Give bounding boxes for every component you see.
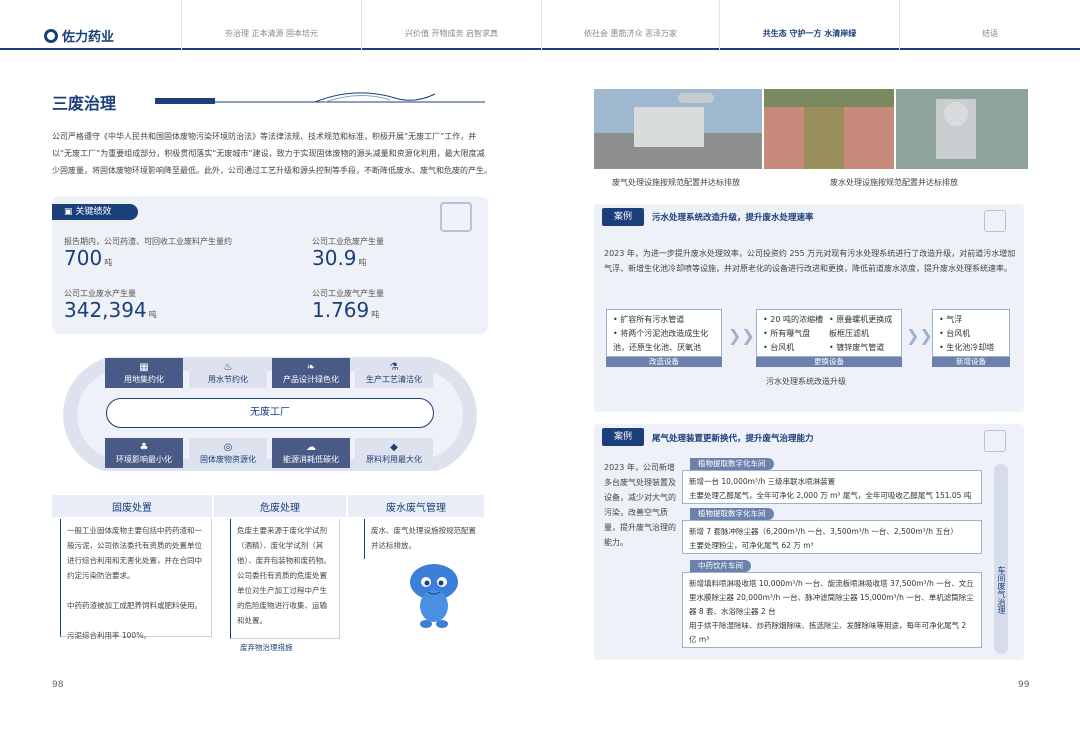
unit-tag-extraction-1: 植物提取数字化车间 bbox=[690, 458, 774, 470]
case2-tag: 案例 bbox=[602, 428, 644, 446]
col-head-water-air: 废水废气管理 bbox=[348, 495, 484, 517]
document-icon bbox=[440, 202, 472, 232]
photo-equipment bbox=[896, 89, 1028, 169]
case1-text: 2023 年，为进一步提升废水处理效率，公司投资约 255 万元对现有污水处理系… bbox=[604, 249, 1016, 273]
case2-title: 尾气处理装置更新换代，提升废气治理能力 bbox=[652, 434, 814, 444]
tile-solid: ◎ 固体废物资源化 bbox=[189, 438, 267, 468]
step-label-add: 新增设备 bbox=[932, 357, 1010, 367]
unit-tag-decoction: 中药饮片车间 bbox=[690, 560, 751, 572]
logo-icon bbox=[44, 29, 58, 43]
col-head-solid: 固废处置 bbox=[52, 495, 212, 517]
intro-paragraph: 公司严格遵守《中华人民共和国固体废物污染环境防治法》等法律法规、技术规范和标准，… bbox=[52, 132, 492, 175]
step-add: • 气浮 • 台风机 • 生化池冷却塔 bbox=[932, 309, 1010, 357]
page-number-left: 98 bbox=[52, 680, 64, 690]
kpi-value-wastewater: 342,394 吨 bbox=[64, 298, 157, 322]
step-item: • 镀锌废气管道 bbox=[829, 343, 885, 352]
tile-energy: ☁ 能源消耗低碳化 bbox=[272, 438, 350, 468]
case1-tag: 案例 bbox=[602, 208, 644, 226]
step-item: • 将两个污泥池改造成生化池，还原生化池、厌氧池 bbox=[613, 329, 709, 352]
unit-body-decoction: 新增填料喷淋吸收塔 10,000m³/h 一台、旋流板喷淋吸收塔 37,500m… bbox=[682, 572, 982, 648]
page-title: 三废治理 bbox=[52, 94, 117, 113]
unit-tag-extraction-2: 植物提取数字化车间 bbox=[690, 508, 774, 520]
tile-design: ❧ 产品设计绿色化 bbox=[272, 358, 350, 388]
nav-conclusion[interactable]: 结语 bbox=[899, 0, 1080, 50]
top-bar: 佐力药业 夯治理 正本清源 固本培元 兴价值 开物成务 启智求真 依社会 惠筋济… bbox=[0, 0, 1080, 50]
col-body-hazardous: 危废主要来源于废化学试剂（酒精）、废化学试剂（其他）、废弃包装物和废药物。公司委… bbox=[230, 519, 340, 639]
case1-title: 污水处理系统改造升级，提升废水处理速率 bbox=[652, 213, 814, 223]
step-item: • 生化池冷却塔 bbox=[939, 343, 995, 352]
tile-env: ♣ 环境影响最小化 bbox=[105, 438, 183, 468]
step-item: • 20 吨的浓缩槽 bbox=[763, 315, 823, 324]
step-replace: • 20 吨的浓缩槽 • 原叠螺机更换成 • 所有曝气盘 板框压滤机 • 台风机… bbox=[756, 309, 902, 357]
photo-exhaust-facility bbox=[594, 89, 762, 169]
footer-label: 废弃物治理措施 bbox=[240, 643, 293, 652]
step-retrofit: • 扩容所有污水管道 • 将两个污泥池改造成生化池，还原生化池、厌氧池 bbox=[606, 309, 722, 357]
photo-caption-exhaust: 废气处理设施按规范配置并达标排放 bbox=[612, 178, 740, 187]
tile-clean: ⚗ 生产工艺清洁化 bbox=[355, 358, 433, 388]
case2-text: 2023 年，公司新增多台废气处理装置及设备，减少对大气的污染，改善空气质量，提… bbox=[604, 463, 676, 547]
step-item: • 台风机 bbox=[939, 329, 971, 338]
step-item: • 所有曝气盘 bbox=[763, 329, 811, 338]
col-body-water-air: 废水、废气处理设施按规范配置并达标排放。 bbox=[364, 519, 482, 559]
unit-body-extraction-2: 新增 7 套脉冲除尘器（6,200m³/h 一台、3,500m³/h 一台、2,… bbox=[682, 520, 982, 554]
tile-land: ▦ 用地集约化 bbox=[105, 358, 183, 388]
tile-material: ◆ 原料利用最大化 bbox=[355, 438, 433, 468]
step-item: 板框压滤机 bbox=[829, 329, 869, 338]
nav-society[interactable]: 依社会 惠筋济众 恶泽万家 bbox=[541, 0, 719, 50]
step-item: • 气浮 bbox=[939, 315, 963, 324]
step-item: • 原叠螺机更换成 bbox=[829, 315, 893, 324]
zero-waste-label: 无废工厂 bbox=[106, 398, 434, 428]
kpi-tag: ▣ 关键绩效 bbox=[52, 204, 138, 220]
photo-caption-wastewater: 废水处理设施按规范配置并达标排放 bbox=[830, 178, 958, 187]
logo[interactable]: 佐力药业 bbox=[44, 26, 114, 45]
kpi-value-hazardous: 30.9 吨 bbox=[312, 246, 367, 270]
step-item: • 扩容所有污水管道 bbox=[613, 315, 685, 324]
chevron-right-icon: ❯❯ bbox=[728, 326, 755, 345]
case1-caption: 污水处理系统改造升级 bbox=[766, 377, 846, 386]
step-label-retrofit: 改造设备 bbox=[606, 357, 722, 367]
note-icon bbox=[984, 430, 1006, 452]
tile-water: ♨ 用水节约化 bbox=[189, 358, 267, 388]
nav-ecology[interactable]: 共生态 守护一方 水清岸绿 bbox=[719, 0, 899, 50]
page-number-right: 99 bbox=[1018, 680, 1030, 690]
photo-wastewater-facility bbox=[764, 89, 894, 169]
nav-value[interactable]: 兴价值 开物成务 启智求真 bbox=[361, 0, 541, 50]
unit-body-extraction-1: 新增一台 10,000m³/h 三级串联水喷淋装置 主要处理乙醇尾气，全年可净化… bbox=[682, 470, 982, 504]
col-body-solid: 一般工业固体废物主要包括中药药渣和一般污泥，公司依法委托有资质的处置单位进行综合… bbox=[60, 519, 212, 640]
col-head-hazardous: 危废处理 bbox=[214, 495, 346, 517]
chevron-right-icon: ❯❯ bbox=[906, 326, 933, 345]
kpi-value-exhaust: 1.769 吨 bbox=[312, 298, 380, 322]
note-icon bbox=[984, 210, 1006, 232]
nav-governance[interactable]: 夯治理 正本清源 固本培元 bbox=[181, 0, 361, 50]
step-item: • 台风机 bbox=[763, 343, 795, 352]
step-label-replace: 更换设备 bbox=[756, 357, 902, 367]
title-decoration bbox=[155, 92, 485, 104]
side-label-workshop: 车间废气治理 bbox=[994, 464, 1008, 654]
mascot-illustration bbox=[410, 564, 458, 628]
kpi-value-residue: 700 吨 bbox=[64, 246, 113, 270]
